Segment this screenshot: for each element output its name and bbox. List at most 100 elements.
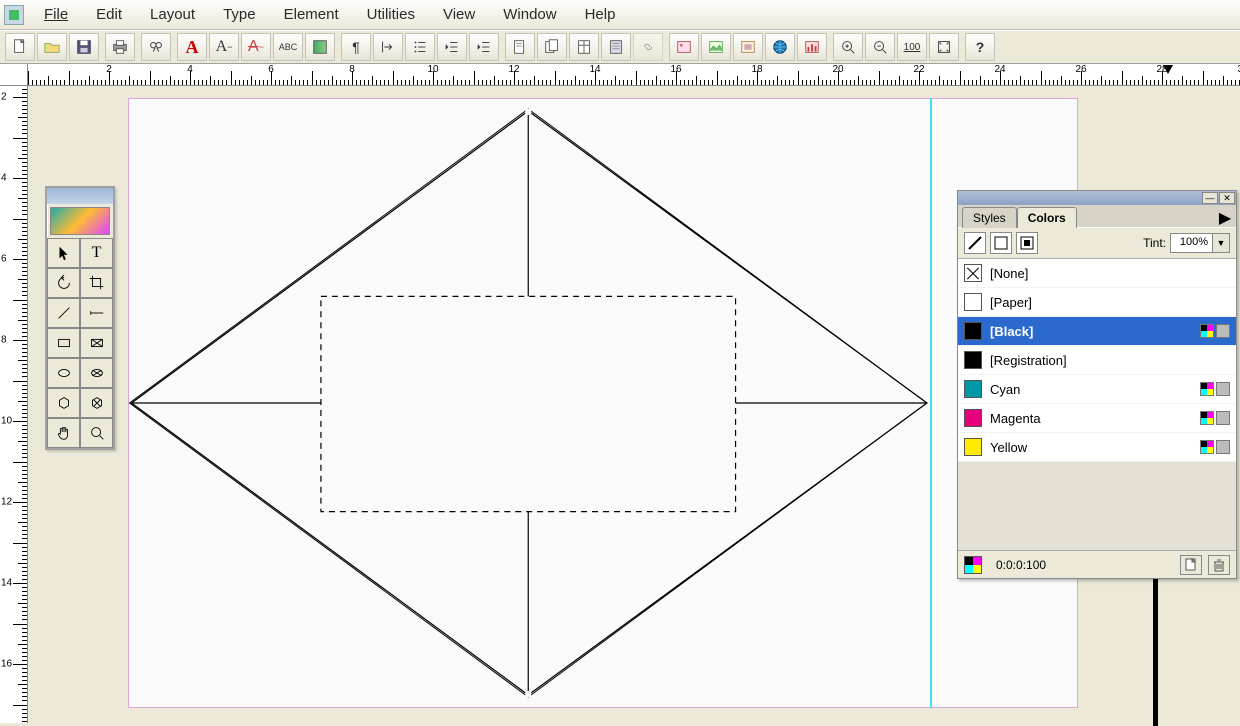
- tab-colors[interactable]: Colors: [1017, 207, 1077, 228]
- color-values-label: 0:0:0:100: [996, 558, 1046, 572]
- chart-image-button[interactable]: [797, 33, 827, 61]
- char-strike-button[interactable]: A−: [241, 33, 271, 61]
- fill-mode-button[interactable]: [990, 232, 1012, 254]
- menu-bar: File Edit Layout Type Element Utilities …: [0, 0, 1240, 30]
- color-row-cyan[interactable]: Cyan: [958, 375, 1236, 404]
- menu-layout[interactable]: Layout: [136, 2, 209, 27]
- outdent-button[interactable]: [437, 33, 467, 61]
- print-button[interactable]: [105, 33, 135, 61]
- fit-page-button[interactable]: [929, 33, 959, 61]
- tab-arrow-button[interactable]: [373, 33, 403, 61]
- page-icon-4[interactable]: [601, 33, 631, 61]
- panel-close-button[interactable]: ✕: [1219, 192, 1235, 204]
- both-mode-button[interactable]: [1016, 232, 1038, 254]
- constrain-line-tool[interactable]: [80, 298, 113, 328]
- image-frame-button[interactable]: [669, 33, 699, 61]
- ruler-origin[interactable]: [0, 64, 28, 86]
- tab-styles[interactable]: Styles: [962, 207, 1017, 228]
- cmyk-icon: [1200, 324, 1214, 338]
- zoom-in-button[interactable]: [833, 33, 863, 61]
- pilcrow-button[interactable]: ¶: [341, 33, 371, 61]
- new-doc-button[interactable]: [5, 33, 35, 61]
- ellipse-tool[interactable]: [47, 358, 80, 388]
- document-page[interactable]: [128, 98, 1078, 708]
- menu-element[interactable]: Element: [270, 2, 353, 27]
- zoom-100-button[interactable]: 100: [897, 33, 927, 61]
- char-style-button[interactable]: A: [177, 33, 207, 61]
- menu-help[interactable]: Help: [571, 2, 630, 27]
- page-icon-1[interactable]: [505, 33, 535, 61]
- color-row-magenta[interactable]: Magenta: [958, 404, 1236, 433]
- save-button[interactable]: [69, 33, 99, 61]
- char-small-button[interactable]: A−: [209, 33, 239, 61]
- menu-view[interactable]: View: [429, 2, 489, 27]
- process-icon: [1216, 324, 1230, 338]
- ellipse-frame-tool[interactable]: [80, 358, 113, 388]
- tint-dropdown[interactable]: 100% ▼: [1170, 233, 1230, 253]
- zoom-tool[interactable]: [80, 418, 113, 448]
- color-list: [None][Paper][Black][Registration]Cyan Ma…: [958, 259, 1236, 462]
- panel-titlebar[interactable]: — ✕: [958, 191, 1236, 205]
- color-swatch: [964, 351, 982, 369]
- color-row-black[interactable]: [Black]: [958, 317, 1236, 346]
- color-swatch: [964, 409, 982, 427]
- line-tool[interactable]: [47, 298, 80, 328]
- panel-minimize-button[interactable]: —: [1202, 192, 1218, 204]
- find-button[interactable]: [141, 33, 171, 61]
- vertical-ruler[interactable]: 24681012141618: [0, 86, 28, 723]
- text-tool[interactable]: T: [80, 238, 113, 268]
- rectangle-tool[interactable]: [47, 328, 80, 358]
- crop-tool[interactable]: [80, 268, 113, 298]
- colors-panel[interactable]: — ✕ Styles Colors ▶ Tint: 100% ▼ [None][…: [957, 190, 1237, 579]
- open-button[interactable]: [37, 33, 67, 61]
- menu-window[interactable]: Window: [489, 2, 570, 27]
- cmyk-indicator-icon: [964, 556, 982, 574]
- color-row-registration[interactable]: [Registration]: [958, 346, 1236, 375]
- color-swatch: [964, 264, 982, 282]
- indent-button[interactable]: [469, 33, 499, 61]
- fill-button[interactable]: [305, 33, 335, 61]
- delete-color-button[interactable]: [1208, 555, 1230, 575]
- drawn-shapes: [129, 99, 1077, 707]
- palette-titlebar[interactable]: [47, 188, 113, 204]
- rectangle-frame-tool[interactable]: [80, 328, 113, 358]
- bullet-list-button[interactable]: [405, 33, 435, 61]
- help-button[interactable]: ?: [965, 33, 995, 61]
- palette-thumbnail: [50, 207, 110, 235]
- menu-utilities[interactable]: Utilities: [353, 2, 429, 27]
- image-frame2-button[interactable]: [701, 33, 731, 61]
- panel-menu-arrow-icon[interactable]: ▶: [1218, 209, 1232, 227]
- polygon-tool[interactable]: [47, 388, 80, 418]
- new-color-button[interactable]: [1180, 555, 1202, 575]
- pointer-tool[interactable]: [47, 238, 80, 268]
- globe-button[interactable]: [765, 33, 795, 61]
- color-row-none[interactable]: [None]: [958, 259, 1236, 288]
- zoom-out-button[interactable]: [865, 33, 895, 61]
- image-frame3-button[interactable]: [733, 33, 763, 61]
- color-list-empty-area: [958, 462, 1236, 550]
- color-swatch: [964, 322, 982, 340]
- link-button[interactable]: [633, 33, 663, 61]
- main-toolbar: A A− A− ABC ¶ 100 ?: [0, 30, 1240, 64]
- hand-tool[interactable]: [47, 418, 80, 448]
- color-name-label: Magenta: [990, 411, 1041, 426]
- color-row-yellow[interactable]: Yellow: [958, 433, 1236, 462]
- ruler-marker-icon: [1163, 65, 1173, 74]
- tool-palette[interactable]: T: [45, 186, 115, 450]
- menu-type[interactable]: Type: [209, 2, 270, 27]
- cmyk-icon: [1200, 411, 1214, 425]
- color-name-label: Yellow: [990, 440, 1027, 455]
- rotate-tool[interactable]: [47, 268, 80, 298]
- process-icon: [1216, 440, 1230, 454]
- color-row-paper[interactable]: [Paper]: [958, 288, 1236, 317]
- page-icon-3[interactable]: [569, 33, 599, 61]
- spellcheck-button[interactable]: ABC: [273, 33, 303, 61]
- page-icon-2[interactable]: [537, 33, 567, 61]
- tint-label: Tint:: [1143, 236, 1166, 250]
- panel-tabs: Styles Colors ▶: [958, 205, 1236, 227]
- horizontal-ruler[interactable]: 24681012141618202224262830: [28, 64, 1240, 86]
- stroke-mode-button[interactable]: [964, 232, 986, 254]
- polygon-frame-tool[interactable]: [80, 388, 113, 418]
- menu-file[interactable]: File: [30, 2, 82, 27]
- menu-edit[interactable]: Edit: [82, 2, 136, 27]
